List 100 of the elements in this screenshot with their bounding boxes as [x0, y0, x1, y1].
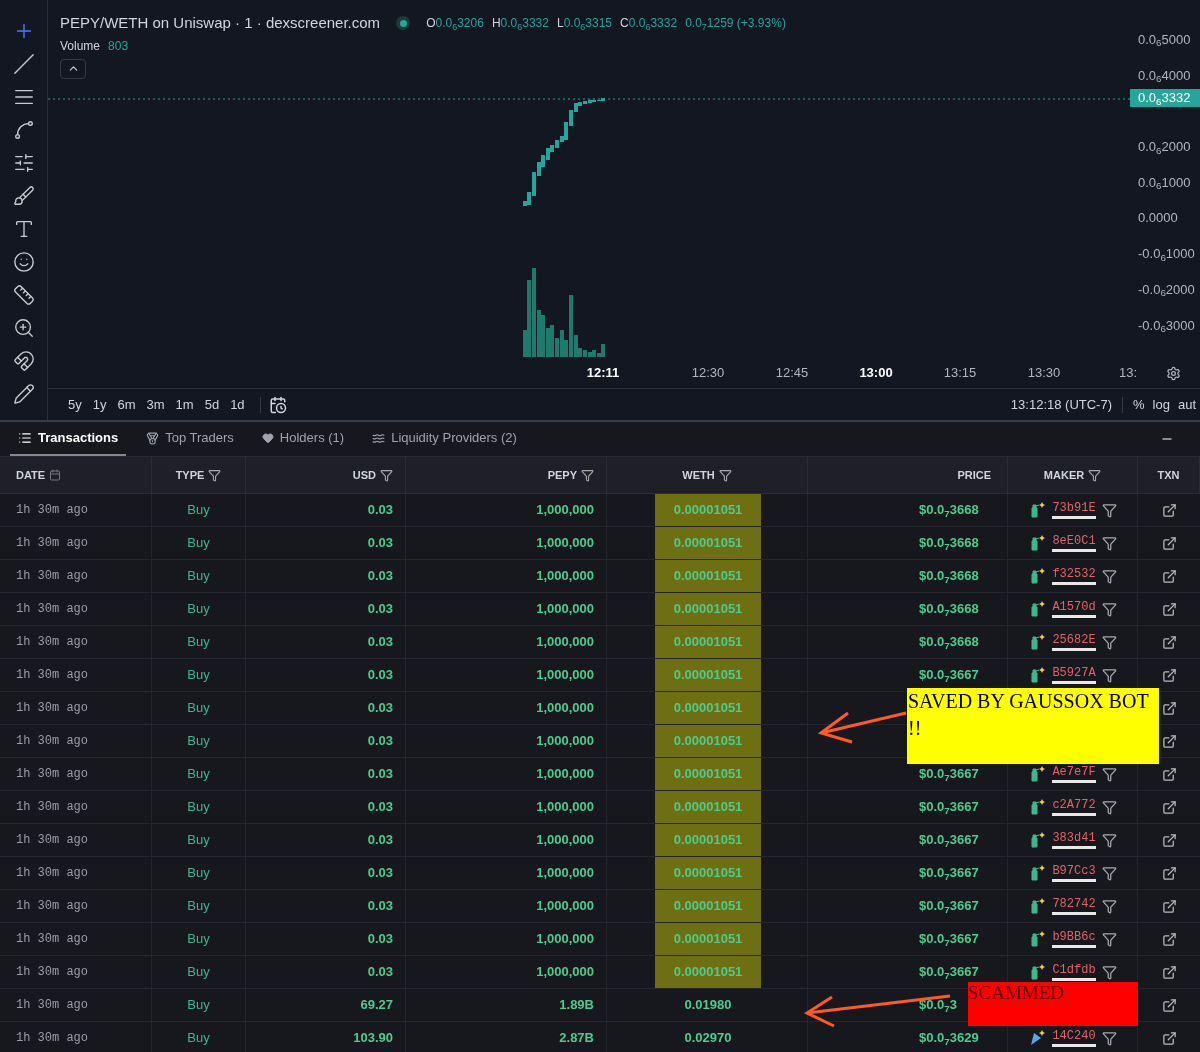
ohlc-value: 0.0$_{6}$3315 [563, 15, 613, 33]
usd-cell-text: 0.03 [367, 930, 393, 949]
sliders-icon[interactable] [12, 152, 35, 174]
filter-icon[interactable] [1088, 468, 1102, 482]
range-button[interactable]: 1y [88, 394, 111, 415]
ruler-icon[interactable] [12, 284, 35, 306]
maker-link[interactable]: B5927A [1052, 666, 1096, 684]
filter-icon[interactable] [718, 468, 732, 482]
maker-link[interactable]: 14C240 [1052, 1029, 1096, 1047]
range-button[interactable]: 1d [226, 394, 249, 415]
brush-icon[interactable] [12, 185, 35, 207]
scale-option[interactable]: aut [1173, 394, 1200, 415]
external-link-icon[interactable] [1161, 964, 1177, 980]
smiley-icon[interactable] [12, 251, 35, 273]
maker-link[interactable]: A1570d [1052, 600, 1096, 618]
maker-link[interactable]: 782742 [1052, 897, 1096, 915]
range-button[interactable]: 5y [64, 394, 86, 415]
external-link-icon[interactable] [1161, 634, 1177, 650]
external-link-icon[interactable] [1161, 931, 1177, 947]
spray-bottle-icon [1028, 864, 1047, 882]
filter-icon[interactable] [1101, 832, 1117, 848]
pencil-icon[interactable] [12, 383, 35, 405]
external-link-icon[interactable] [1161, 799, 1177, 815]
callout-note: SCAMMED [968, 982, 1138, 1026]
column-label: USD [352, 467, 376, 483]
price-tick: -0.0$_{6}$1000 [1138, 246, 1195, 262]
waves-icon [372, 431, 386, 445]
filter-icon[interactable] [1101, 634, 1117, 650]
filter-icon[interactable] [1101, 799, 1117, 815]
external-link-icon[interactable] [1161, 832, 1177, 848]
price-cell: $0.0$_{7}$3667 [919, 964, 979, 980]
external-link-icon[interactable] [1161, 601, 1177, 617]
maker-link[interactable]: 383d41 [1052, 831, 1096, 849]
filter-icon[interactable] [1101, 865, 1117, 881]
scale-option[interactable]: log [1148, 394, 1174, 415]
panel-tab[interactable]: Liquidity Providers (2) [364, 422, 525, 456]
price-cell: $0.0$_{7}$3667 [919, 667, 979, 683]
maker-link[interactable]: b9BB6c [1052, 930, 1096, 948]
filter-icon[interactable] [1101, 601, 1117, 617]
filter-icon[interactable] [380, 468, 393, 482]
type-cell-text: Buy [187, 567, 210, 586]
magnet-icon[interactable] [12, 350, 35, 372]
external-link-icon[interactable] [1161, 898, 1177, 914]
collapse-button[interactable] [60, 58, 86, 79]
scale-option[interactable]: % [1129, 394, 1149, 415]
filter-icon[interactable] [208, 468, 222, 482]
highlighted-cell: 0.00001051 [655, 758, 761, 790]
price-tick: -0.0$_{6}$2000 [1138, 281, 1195, 297]
external-link-icon[interactable] [1161, 700, 1177, 716]
external-link-icon[interactable] [1161, 865, 1177, 881]
maker-link[interactable]: 25682E [1052, 633, 1096, 651]
panel-tab[interactable]: Holders (1) [253, 422, 353, 456]
filter-icon[interactable] [1101, 502, 1117, 518]
callout-note: SAVED BY GAUSSOX BOT !! [907, 688, 1159, 764]
date-cell-text: 1h 30m ago [16, 964, 88, 981]
zoom-in-icon[interactable] [12, 317, 35, 339]
pepy-cell-text: 1,000,000 [536, 600, 594, 619]
filter-icon[interactable] [1101, 667, 1117, 683]
highlighted-cell: 0.00001051 [655, 659, 761, 691]
external-link-icon[interactable] [1161, 997, 1177, 1013]
maker-link[interactable]: c2A772 [1052, 798, 1096, 816]
usd-cell-text: 0.03 [367, 501, 393, 520]
usd-cell-text: 0.03 [367, 534, 393, 553]
spray-bottle-icon [1028, 897, 1047, 915]
filter-icon[interactable] [1101, 535, 1117, 551]
filter-icon[interactable] [1101, 931, 1117, 947]
external-link-icon[interactable] [1161, 667, 1177, 683]
line-icon[interactable] [12, 53, 35, 75]
time-tick: 13:30 [1026, 364, 1062, 383]
maker-link[interactable]: B97Cc3 [1052, 864, 1096, 882]
range-button[interactable]: 6m [113, 394, 140, 415]
external-link-icon[interactable] [1161, 766, 1177, 782]
external-link-icon[interactable] [1161, 568, 1177, 584]
type-cell-text: Buy [187, 963, 210, 982]
type-cell-text: Buy [187, 765, 210, 784]
settings-icon[interactable] [1166, 365, 1181, 381]
filter-icon[interactable] [1101, 568, 1117, 584]
panel-tab[interactable]: Top Traders [138, 422, 242, 456]
range-button[interactable]: 1m [171, 394, 198, 415]
nodes-icon[interactable] [12, 119, 35, 141]
highlighted-cell: 0.00001051 [655, 527, 761, 559]
maker-link[interactable]: 8eE0C1 [1052, 534, 1096, 552]
range-button[interactable]: 5d [200, 394, 224, 415]
time-tick: 13: [1117, 364, 1139, 383]
maker-link[interactable]: f32532 [1052, 567, 1096, 585]
external-link-icon[interactable] [1161, 733, 1177, 749]
date-cell-text: 1h 30m ago [16, 634, 88, 651]
calendar-icon[interactable] [268, 395, 287, 414]
filter-icon[interactable] [581, 468, 594, 482]
external-link-icon[interactable] [1161, 1030, 1177, 1046]
range-button[interactable]: 3m [142, 394, 169, 415]
column-label: TYPE [175, 467, 205, 483]
external-link-icon[interactable] [1161, 535, 1177, 551]
filter-icon[interactable] [1101, 964, 1117, 980]
column-label: MAKER [1043, 467, 1085, 483]
filter-icon[interactable] [1101, 898, 1117, 914]
filter-icon[interactable] [1101, 1030, 1117, 1046]
maker-link[interactable]: 73b91E [1052, 501, 1096, 519]
external-link-icon[interactable] [1161, 502, 1177, 518]
filter-icon[interactable] [1101, 766, 1117, 782]
